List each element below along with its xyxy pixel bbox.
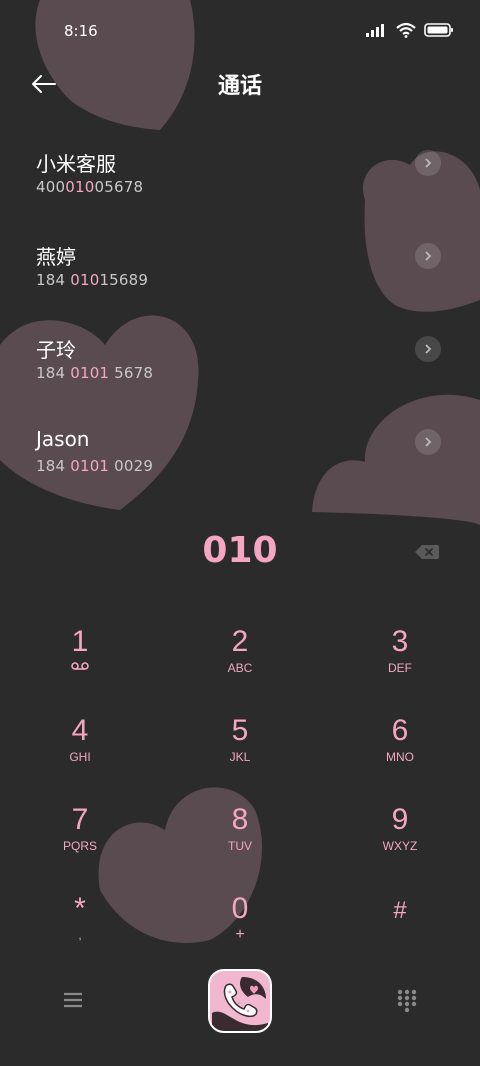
- contact-item[interactable]: Jason 184 0101 0029: [0, 419, 480, 489]
- key-digit: 4: [71, 714, 89, 747]
- status-icons: [366, 22, 454, 38]
- key-digit: 6: [391, 714, 409, 747]
- status-time: 8:16: [64, 22, 98, 40]
- key-digit: 1: [71, 625, 89, 658]
- key-letters: JKL: [229, 750, 251, 764]
- key-digit: *: [74, 892, 86, 925]
- contact-number: 184 0101 5678: [36, 364, 154, 382]
- contact-name: 燕婷: [36, 245, 76, 269]
- contact-name: 子玲: [36, 338, 76, 362]
- header: 通话: [0, 62, 480, 106]
- contact-item[interactable]: 小米客服 40001005678: [0, 140, 480, 210]
- key-digit: 7: [71, 803, 89, 836]
- contact-number: 184 01015689: [36, 271, 149, 289]
- key-digit: 8: [231, 803, 249, 836]
- key-digit: 5: [231, 714, 249, 747]
- key-2[interactable]: 2 ABC: [180, 625, 300, 695]
- contact-name: Jason: [36, 427, 90, 451]
- key-letters: +: [235, 926, 245, 943]
- dialpad-icon: [397, 989, 417, 1013]
- chevron-right-icon: [425, 437, 432, 447]
- key-7[interactable]: 7 PQRS: [20, 803, 140, 873]
- signal-icon: [366, 24, 384, 37]
- key-letters: WXYZ: [382, 839, 418, 853]
- menu-button[interactable]: [58, 987, 88, 1013]
- contact-item[interactable]: 燕婷 184 01015689: [0, 233, 480, 303]
- key-letters: ,: [78, 928, 82, 942]
- wifi-icon: [396, 22, 416, 38]
- dialpad-toggle-button[interactable]: [392, 985, 422, 1015]
- backspace-button[interactable]: [414, 542, 440, 562]
- key-9[interactable]: 9 WXYZ: [340, 803, 460, 873]
- key-letters: ABC: [227, 661, 253, 675]
- call-icon: [212, 977, 268, 1031]
- call-button[interactable]: [208, 969, 272, 1033]
- key-letters: MNO: [386, 750, 414, 764]
- key-letters: PQRS: [62, 839, 97, 853]
- chevron-right-icon: [425, 158, 432, 168]
- menu-icon: [64, 992, 82, 1008]
- voicemail-icon: [71, 662, 89, 670]
- key-5[interactable]: 5 JKL: [180, 714, 300, 784]
- dialed-number-area: 010: [0, 530, 480, 580]
- contact-number: 184 0101 0029: [36, 457, 154, 475]
- keypad: 1 2 ABC 3 DEF 4 GHI 5 JKL 6 MNO 7 PQRS 8…: [0, 620, 480, 960]
- key-digit: 3: [391, 625, 409, 658]
- status-bar: 8:16: [0, 0, 480, 62]
- key-8[interactable]: 8 TUV: [180, 803, 300, 873]
- chevron-right-icon: [425, 251, 432, 261]
- contact-detail-button[interactable]: [415, 243, 441, 269]
- chevron-right-icon: [425, 344, 432, 354]
- backspace-icon: [415, 545, 439, 559]
- dialed-number: 010: [202, 530, 278, 571]
- contact-number: 40001005678: [36, 178, 144, 196]
- key-0[interactable]: 0 +: [180, 892, 300, 962]
- key-1[interactable]: 1: [20, 625, 140, 695]
- key-star[interactable]: * ,: [20, 892, 140, 962]
- key-letters: GHI: [69, 750, 91, 764]
- key-hash[interactable]: #: [340, 892, 460, 962]
- bottom-bar: [0, 965, 480, 1037]
- key-digit: 2: [231, 625, 249, 658]
- key-3[interactable]: 3 DEF: [340, 625, 460, 695]
- contact-detail-button[interactable]: [415, 150, 441, 176]
- key-letters: DEF: [388, 661, 412, 675]
- key-letters: TUV: [228, 839, 252, 853]
- contact-item[interactable]: 子玲 184 0101 5678: [0, 326, 480, 396]
- contact-name: 小米客服: [36, 152, 116, 176]
- page-title: 通话: [217, 74, 262, 99]
- contact-detail-button[interactable]: [415, 336, 441, 362]
- key-4[interactable]: 4 GHI: [20, 714, 140, 784]
- key-6[interactable]: 6 MNO: [340, 714, 460, 784]
- key-digit: 9: [391, 803, 409, 836]
- contact-detail-button[interactable]: [415, 429, 441, 455]
- key-digit: #: [393, 897, 407, 924]
- key-digit: 0: [231, 892, 249, 925]
- battery-icon: [424, 23, 453, 37]
